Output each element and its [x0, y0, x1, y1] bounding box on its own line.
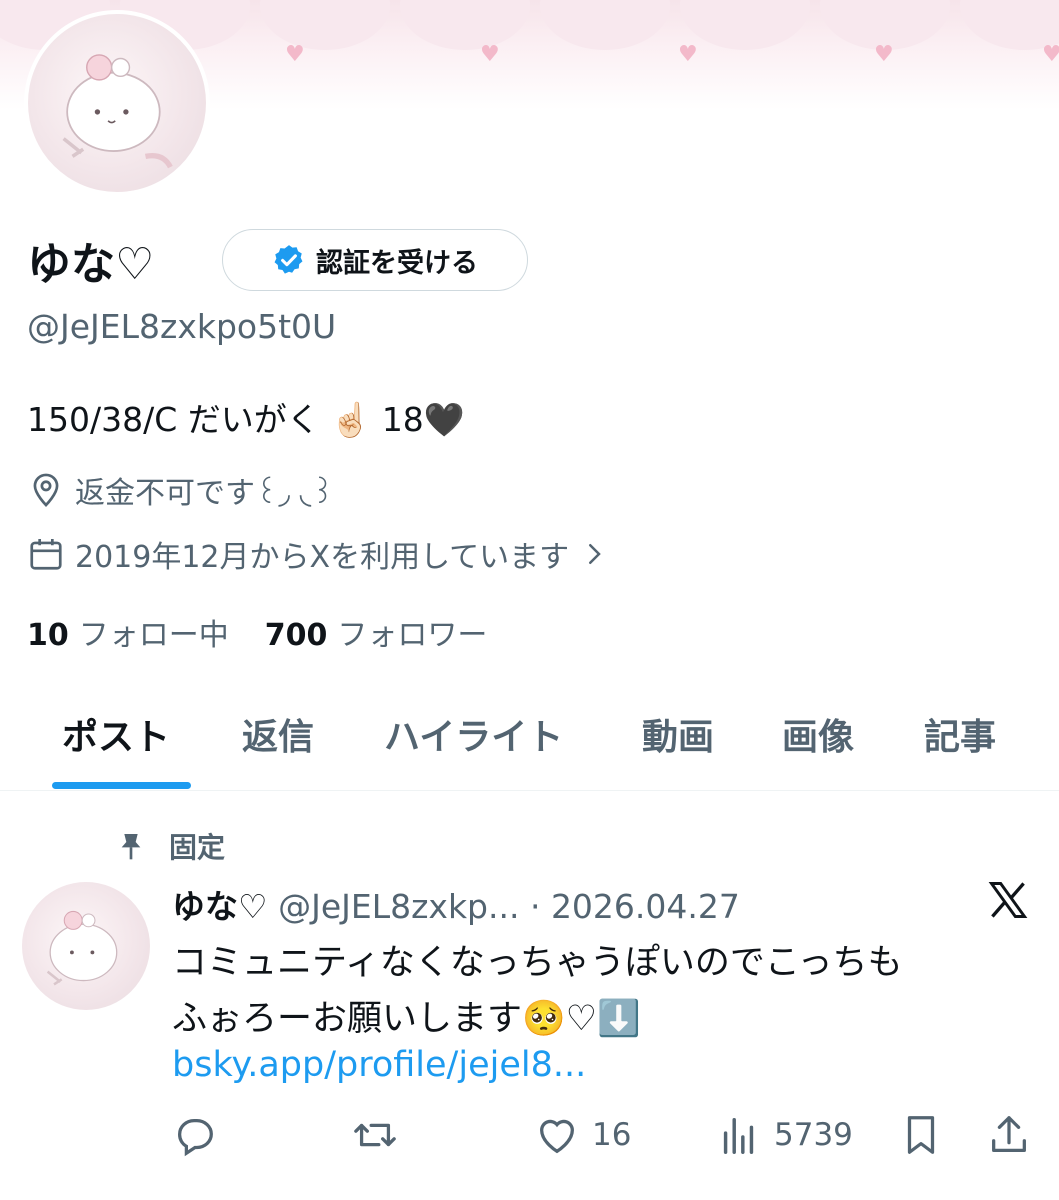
following-link[interactable]: 10 フォロー中	[27, 610, 229, 654]
location-row: 返金不可です꒰◞ ◟꒱	[27, 468, 335, 512]
location-text: 返金不可です꒰◞ ◟꒱	[75, 476, 335, 511]
chevron-right-icon	[589, 544, 601, 564]
pinned-label: 固定	[169, 831, 226, 864]
view-count: 5739	[774, 1117, 853, 1153]
tab-posts[interactable]: ポスト	[62, 708, 170, 760]
like-icon	[540, 1119, 574, 1154]
follow-stats: 10 フォロー中 700 フォロワー	[27, 610, 487, 654]
views-icon	[723, 1117, 754, 1154]
repost-button[interactable]	[352, 1112, 398, 1158]
heart-icon: ♥	[285, 42, 305, 67]
repost-icon	[354, 1123, 396, 1147]
share-icon	[992, 1116, 1026, 1152]
following-label: フォロー中	[78, 618, 229, 653]
pin-icon	[121, 834, 141, 860]
heart-icon: ♥	[1042, 42, 1059, 67]
joined-row[interactable]: 2019年12月からXを利用しています	[27, 532, 609, 576]
display-name: ゆな♡	[27, 239, 155, 290]
joined-text: 2019年12月からXを利用しています	[75, 540, 570, 575]
following-count: 10	[27, 618, 69, 653]
profile-tabs: ポスト 返信 ハイライト 動画 画像 記事	[0, 690, 1059, 791]
views-button[interactable]: 5739	[716, 1112, 853, 1158]
get-verified-button[interactable]: 認証を受ける	[222, 229, 528, 291]
followers-label: フォロワー	[337, 618, 488, 653]
post-author-name[interactable]: ゆな♡	[172, 887, 268, 926]
reply-icon	[178, 1118, 213, 1157]
post-text-line: ふぉろーお願いします🥺♡⬇️	[172, 999, 641, 1039]
tab-highlights[interactable]: ハイライト	[384, 708, 563, 760]
heart-icon: ♥	[874, 42, 894, 67]
bookmark-button[interactable]	[898, 1112, 944, 1158]
like-count: 16	[592, 1117, 632, 1153]
tab-replies[interactable]: 返信	[242, 708, 314, 760]
tab-images[interactable]: 画像	[782, 708, 854, 760]
post-author-avatar[interactable]	[22, 882, 150, 1010]
share-button[interactable]	[986, 1112, 1032, 1158]
followers-link[interactable]: 700 フォロワー	[265, 610, 488, 654]
pinned-indicator: 固定	[115, 826, 225, 866]
post-link[interactable]: bsky.app/profile/jejel8...	[172, 1045, 586, 1085]
profile-avatar[interactable]	[24, 10, 210, 196]
location-pin-icon	[33, 473, 59, 507]
profile-bio: 150/38/C だいがく ☝🏻 18🖤	[27, 400, 465, 439]
active-tab-indicator	[52, 782, 191, 789]
tab-articles[interactable]: 記事	[924, 708, 996, 760]
tab-videos[interactable]: 動画	[642, 708, 714, 760]
verified-badge-icon	[274, 245, 303, 274]
profile-handle: @JeJEL8zxkpo5t0U	[27, 307, 337, 346]
x-logo-icon	[988, 882, 1028, 918]
get-verified-label: 認証を受ける	[316, 247, 478, 279]
bookmark-icon	[907, 1116, 935, 1154]
post-text: コミュニティなくなっちゃうぽいのでこっちも ふぉろーお願いします🥺♡⬇️	[172, 935, 1032, 1047]
post-author-handle-date[interactable]: @JeJEL8zxkp... · 2026.04.27	[278, 887, 740, 926]
post-actions: 16 5739	[0, 1112, 1059, 1168]
like-button[interactable]: 16	[534, 1112, 631, 1158]
post-text-line: コミュニティなくなっちゃうぽいのでこっちも	[172, 943, 903, 983]
reply-button[interactable]	[172, 1112, 218, 1158]
post-header: ゆな♡ @JeJEL8zxkp... · 2026.04.27	[172, 880, 740, 928]
heart-icon: ♥	[480, 42, 500, 67]
heart-icon: ♥	[678, 42, 698, 67]
followers-count: 700	[264, 618, 328, 653]
calendar-icon	[30, 538, 62, 570]
